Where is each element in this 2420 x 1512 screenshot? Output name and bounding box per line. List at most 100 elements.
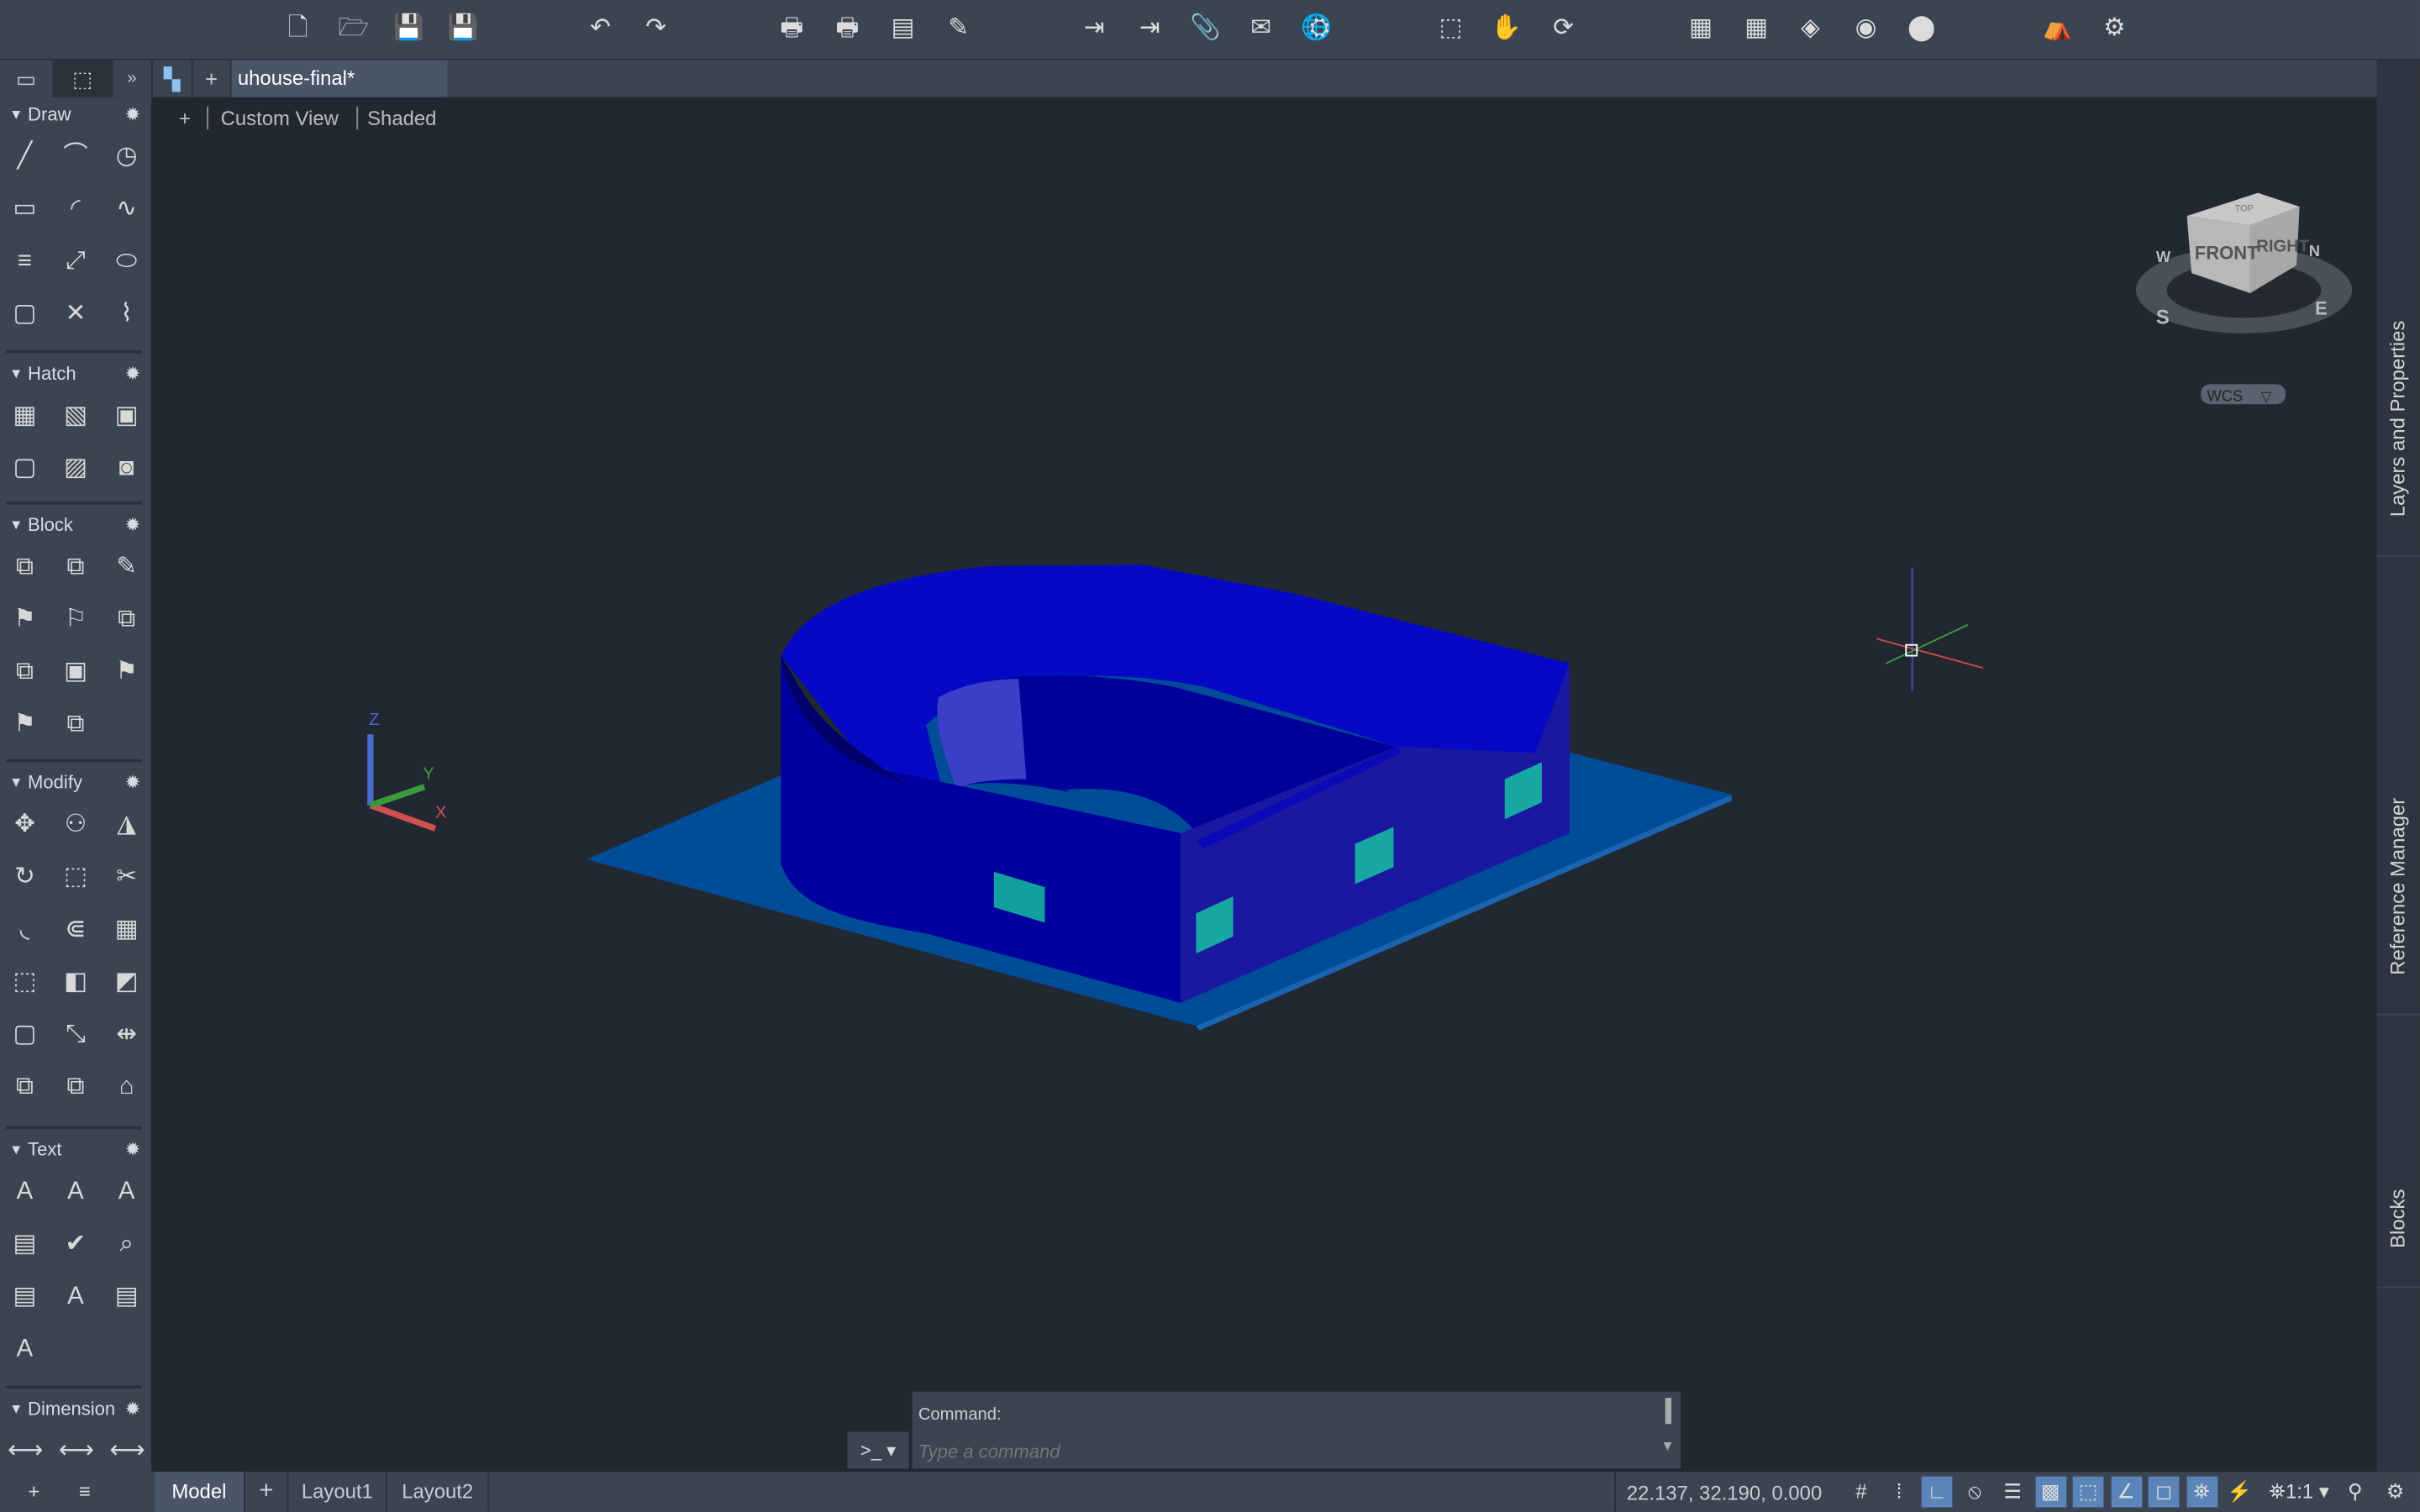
command-dropdown-icon[interactable]: ▼ [1660, 1438, 1674, 1453]
new-tab-button[interactable]: + [193, 60, 232, 97]
copy-icon[interactable]: ⚇ [59, 808, 92, 842]
sync-attributes-icon[interactable]: ⚑ [109, 656, 143, 690]
draworder-icon[interactable]: ◩ [109, 966, 143, 1000]
edit-reference-icon[interactable]: ⧉ [8, 1071, 41, 1105]
write-block-icon[interactable]: ⧉ [8, 656, 41, 690]
fillet-icon[interactable]: ◟ [8, 913, 41, 947]
gear-icon[interactable]: ✹ [125, 765, 140, 799]
zoom-window-icon[interactable]: ⬚ [1435, 14, 1466, 45]
batch-plot-icon[interactable]: 🖶 [832, 14, 863, 45]
properties-icon[interactable]: ▦ [1686, 14, 1717, 45]
polar-icon[interactable]: ⦸ [1960, 1477, 1991, 1508]
object-snap-icon[interactable]: ◻ [2148, 1476, 2180, 1508]
expand-palette-icon[interactable]: » [113, 60, 153, 97]
page-setup-icon[interactable]: ▤ [887, 14, 918, 45]
rectangle-icon[interactable]: ▭ [8, 193, 41, 227]
multiline-icon[interactable]: ≡ [8, 245, 41, 279]
import-icon[interactable]: ⇥ [1079, 14, 1110, 45]
plot-icon[interactable]: 🖶 [776, 14, 808, 45]
auto-scale-icon[interactable]: ⚡ [2224, 1477, 2255, 1508]
new-file-icon[interactable]: 🗋 [282, 14, 313, 45]
annotation-scale-menu[interactable]: 1:1 ▾ [2282, 1477, 2332, 1508]
export-icon[interactable]: ⇥ [1134, 14, 1165, 45]
rounded-rect-icon[interactable]: ▢ [8, 297, 41, 331]
annotation-visibility-icon[interactable]: ⛯ [2186, 1476, 2217, 1508]
viewcube[interactable]: FRONT RIGHT TOP S E W N [2135, 192, 2353, 333]
collapse-triangle-icon[interactable]: ▼ [9, 765, 23, 799]
fill-icon[interactable]: ◙ [109, 452, 143, 486]
tile-view-icon[interactable]: ▚ [153, 60, 193, 97]
tab-layout2[interactable]: Layout2 [387, 1472, 490, 1512]
snap-icon[interactable]: ⁞ [1884, 1477, 1915, 1508]
ellipse-icon[interactable]: ⬭ [109, 245, 143, 279]
gradient-icon[interactable]: ▧ [59, 400, 92, 433]
collapse-triangle-icon[interactable]: ▼ [9, 356, 23, 390]
customize-palette-icon[interactable]: ≡ [70, 1477, 101, 1508]
edit-block-icon[interactable]: ✎ [109, 551, 143, 585]
undo-icon[interactable]: ↶ [585, 14, 616, 45]
spellcheck-icon[interactable]: ✔ [59, 1228, 92, 1262]
section-modify[interactable]: ▼ Modify ✹ [0, 765, 151, 799]
edit-attribute-icon[interactable]: ⚑ [8, 708, 41, 742]
command-line[interactable]: ▼ [912, 1431, 1681, 1469]
quick-dimension-icon[interactable]: ⟷ [8, 1435, 43, 1468]
create-block-icon[interactable]: ⧉ [8, 551, 41, 585]
ray-icon[interactable]: ⤢ [59, 245, 92, 279]
2d-view-icon[interactable]: ▭ [0, 60, 55, 97]
save-as-icon[interactable]: 💾 [448, 14, 479, 45]
history-scrollbar[interactable] [1665, 1398, 1672, 1425]
section-hatch[interactable]: ▼ Hatch ✹ [0, 356, 151, 390]
tab-model[interactable]: Model [154, 1472, 246, 1512]
align-icon[interactable]: ◧ [59, 966, 92, 1000]
copy-reference-icon[interactable]: ⧉ [59, 1071, 92, 1105]
arc-icon[interactable]: ◜ [59, 193, 92, 227]
base-point-icon[interactable]: ▣ [59, 656, 92, 690]
insert-block-icon[interactable]: ⧉ [59, 551, 92, 585]
layer-states-icon[interactable]: ◈ [1795, 14, 1826, 45]
scale-icon[interactable]: ▢ [8, 1018, 41, 1052]
construction-line-icon[interactable]: ✕ [59, 297, 92, 331]
save-icon[interactable]: 💾 [393, 14, 424, 45]
add-icon[interactable]: + [18, 1477, 50, 1508]
collapse-triangle-icon[interactable]: ▼ [9, 97, 23, 131]
lineweight-icon[interactable]: ☰ [1997, 1477, 2028, 1508]
plot-style-editor-icon[interactable]: ✎ [943, 14, 974, 45]
gear-icon[interactable]: ✹ [125, 1132, 140, 1166]
tab-uhouse-final[interactable]: uhouse-final* [231, 60, 448, 97]
block-attribute-manager-icon[interactable]: ⧉ [109, 603, 143, 637]
open-file-icon[interactable]: 🗁 [338, 14, 369, 45]
extend-icon[interactable]: ⤡ [59, 1018, 92, 1052]
layer-manager-icon[interactable]: ◉ [1850, 14, 1881, 45]
section-dimension[interactable]: ▼ Dimension ✹ [0, 1392, 151, 1425]
attribute-tag-icon[interactable]: ⚐ [59, 603, 92, 637]
table-text-icon[interactable]: ▤ [8, 1280, 41, 1314]
orbit-icon[interactable]: ⟳ [1548, 14, 1579, 45]
rotate-icon[interactable]: ↻ [8, 861, 41, 895]
stretch-icon[interactable]: ⬚ [59, 861, 92, 895]
transparency-icon[interactable]: ▩ [2034, 1476, 2066, 1508]
color-book-icon[interactable]: ⬤ [1906, 14, 1937, 45]
join-icon[interactable]: ⇹ [109, 1018, 143, 1052]
selection-cycling-icon[interactable]: ⬚ [2072, 1476, 2104, 1508]
line-icon[interactable]: ╱ [8, 140, 41, 174]
gear-icon[interactable]: ✹ [125, 97, 140, 131]
hatch-icon[interactable]: ▦ [8, 400, 41, 433]
render-settings-icon[interactable]: ⚙ [2099, 14, 2130, 45]
erase-icon[interactable]: ⌂ [109, 1071, 143, 1105]
revcloud-icon[interactable]: ⌇ [109, 297, 143, 331]
tab-blocks[interactable]: Blocks [2376, 1016, 2420, 1289]
collapse-triangle-icon[interactable]: ▼ [9, 507, 23, 541]
section-block[interactable]: ▼ Block ✹ [0, 507, 151, 541]
attribute-extract-icon[interactable]: ⧉ [59, 708, 92, 742]
define-attribute-icon[interactable]: ⚑ [8, 603, 41, 637]
render-icon[interactable]: ⛺ [2042, 14, 2073, 45]
workspace-icon[interactable]: ⚲ [2339, 1477, 2370, 1508]
tab-layers-properties[interactable]: Layers and Properties [2376, 99, 2420, 558]
drawing-viewport[interactable]: + Custom View Shaded Z Y X FRONT RIGHT T… [150, 97, 2377, 1473]
update-fields-icon[interactable]: A [59, 1280, 92, 1314]
dimension-style-icon[interactable]: ⟷ [59, 1435, 94, 1468]
settings-gear-icon[interactable]: ⚙ [2380, 1477, 2411, 1508]
find-icon[interactable]: ⌕ [109, 1228, 143, 1262]
spline-icon[interactable]: ∿ [109, 193, 143, 227]
pdf-text-icon[interactable]: A [8, 1333, 41, 1367]
